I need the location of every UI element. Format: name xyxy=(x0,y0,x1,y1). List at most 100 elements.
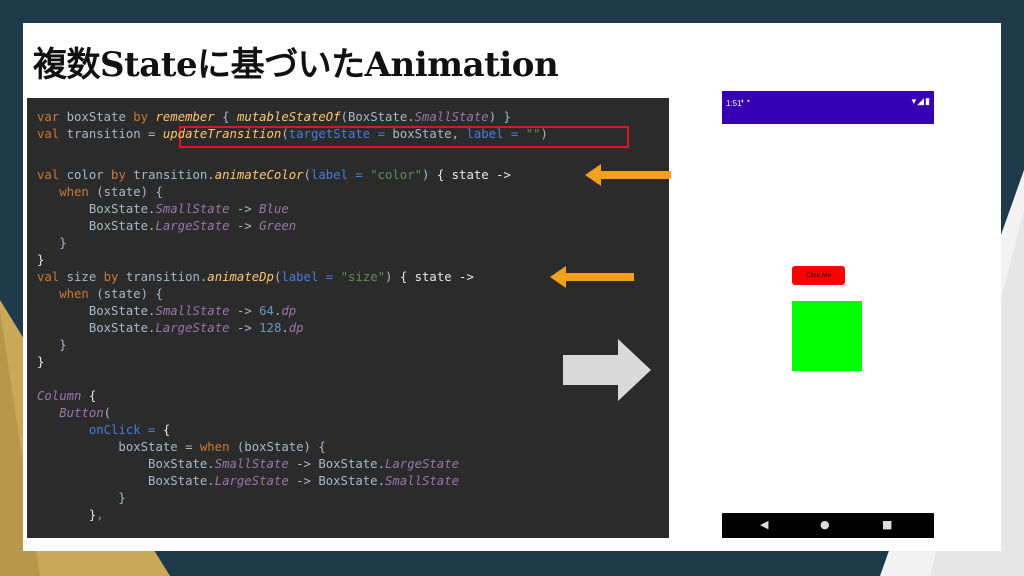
code-token: 128 xyxy=(259,321,282,335)
code-line: } xyxy=(37,354,44,371)
code-token: when xyxy=(59,287,89,301)
code-line: when (state) { xyxy=(37,184,163,201)
code-token: { xyxy=(162,423,171,437)
code-line: BoxState.SmallState -> 64.dp xyxy=(37,303,296,320)
code-token: animateDp xyxy=(207,270,274,284)
code-token: { xyxy=(88,389,97,403)
code-token: SmallState xyxy=(384,474,460,488)
code-token: SmallState xyxy=(414,110,489,124)
code-token: -> xyxy=(229,321,260,335)
slide-title: 複数Stateに基づいたAnimation xyxy=(33,45,559,85)
code-token: } xyxy=(37,253,45,267)
code-token: "size" xyxy=(340,270,385,284)
arrow-right-icon xyxy=(563,339,651,401)
code-token: ) } xyxy=(488,110,511,124)
code-token: BoxState. xyxy=(37,219,156,233)
status-bar: 1:51 ◐ ▪ ▾◢▮ xyxy=(722,91,934,124)
code-line: boxState = when (boxState) { xyxy=(37,439,326,456)
code-token: when xyxy=(199,440,230,454)
code-block: var boxState by remember { mutableStateO… xyxy=(27,98,669,538)
click-me-button[interactable]: Click Me xyxy=(792,266,845,285)
code-token: -> BoxState. xyxy=(288,474,385,488)
code-token: { xyxy=(214,110,237,124)
code-token: ( xyxy=(103,406,112,420)
code-token: BoxState. xyxy=(37,202,156,216)
code-token: SmallState xyxy=(214,457,289,471)
code-token: when xyxy=(59,185,89,199)
code-line: } xyxy=(37,490,125,507)
code-token: } xyxy=(37,355,45,369)
status-signal-battery-icon: ▾◢▮ xyxy=(911,96,931,106)
arrow-left-icon xyxy=(585,164,671,186)
code-token: by xyxy=(133,110,149,124)
code-token: ) xyxy=(422,168,437,182)
code-token: updateTransition xyxy=(162,127,282,141)
code-line: val size by transition.animateDp(label =… xyxy=(37,269,474,286)
code-token: BoxState. xyxy=(37,304,156,318)
code-line: BoxState.LargeState -> 128.dp xyxy=(37,320,304,337)
code-token: boxState = xyxy=(37,440,200,454)
code-line: } xyxy=(37,252,44,269)
code-token: , xyxy=(96,508,104,522)
code-token: (state) { xyxy=(88,185,163,199)
code-token: val xyxy=(37,270,60,284)
code-token: LargeState xyxy=(384,457,460,471)
code-token: var xyxy=(37,110,60,124)
code-token: val xyxy=(37,168,60,182)
status-notification-icon: ◐ ▪ xyxy=(741,98,750,105)
code-line: var boxState by remember { mutableStateO… xyxy=(37,109,511,126)
code-line: }, xyxy=(37,507,104,524)
phone-screenshot: 1:51 ◐ ▪ ▾◢▮ Click Me ◀ ● ■ xyxy=(722,91,934,538)
code-token: ( xyxy=(281,127,289,141)
code-token: 64 xyxy=(259,304,274,318)
code-token: "" xyxy=(525,127,541,141)
code-token: boxState, xyxy=(392,127,467,141)
code-token: (boxState) { xyxy=(229,440,326,454)
recents-icon[interactable]: ■ xyxy=(882,518,892,531)
code-token: Column xyxy=(37,389,82,403)
code-line: BoxState.SmallState -> BoxState.LargeSta… xyxy=(37,456,459,473)
code-line: when (state) { xyxy=(37,286,163,303)
code-token: size xyxy=(59,270,104,284)
home-icon[interactable]: ● xyxy=(820,518,830,531)
code-token: transition. xyxy=(118,270,208,284)
code-token: -> xyxy=(229,219,260,233)
code-token: Button xyxy=(59,406,104,420)
code-token: dp xyxy=(281,304,297,318)
code-line: BoxState.LargeState -> Green xyxy=(37,218,296,235)
code-token: BoxState. xyxy=(37,321,156,335)
code-token: boxState xyxy=(59,110,134,124)
code-token: (BoxState. xyxy=(340,110,415,124)
code-token: label = xyxy=(310,168,371,182)
code-token: dp xyxy=(288,321,304,335)
code-token: BoxState. xyxy=(37,474,215,488)
code-token: ( xyxy=(303,168,311,182)
code-token: ) xyxy=(385,270,400,284)
code-token: color xyxy=(59,168,112,182)
code-token: LargeState xyxy=(214,474,289,488)
code-line: Button( xyxy=(37,405,111,422)
code-token: BoxState. xyxy=(37,457,215,471)
code-token: by xyxy=(103,270,119,284)
code-token: transition. xyxy=(125,168,215,182)
back-icon[interactable]: ◀ xyxy=(760,518,768,531)
code-line: Column { xyxy=(37,388,96,405)
code-token: { state -> xyxy=(436,168,511,182)
code-token: (state) { xyxy=(88,287,163,301)
code-line: val transition = updateTransition(target… xyxy=(37,126,548,143)
navigation-bar: ◀ ● ■ xyxy=(722,513,934,538)
code-token: Green xyxy=(259,219,297,233)
code-token: LargeState xyxy=(155,321,230,335)
status-time: 1:51 xyxy=(726,99,742,108)
code-token: val xyxy=(37,127,60,141)
code-token: by xyxy=(111,168,126,182)
code-line: BoxState.LargeState -> BoxState.SmallSta… xyxy=(37,473,459,490)
code-token: } xyxy=(37,236,67,250)
code-token: onClick = xyxy=(88,423,163,437)
